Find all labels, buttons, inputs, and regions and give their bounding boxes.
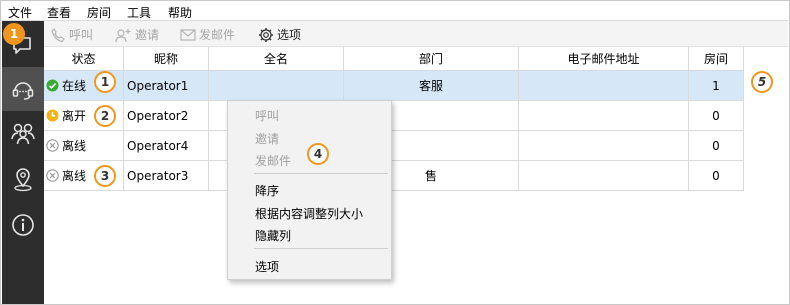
call-label: 呼叫 (69, 28, 94, 42)
offline-status-icon (46, 139, 59, 152)
room-cell: 1 (689, 71, 744, 101)
email-cell (519, 131, 689, 161)
context-menu-autosize-columns[interactable]: 根据内容调整列大小 (255, 205, 363, 222)
table-row[interactable]: 在线 Operator1 客服 1 (44, 71, 744, 101)
callout-badge-2: 2 (94, 105, 116, 127)
fullname-cell (209, 71, 344, 101)
sidebar-location-button[interactable] (2, 157, 44, 201)
sidebar-info-button[interactable] (2, 203, 44, 247)
status-text: 在线 (62, 78, 87, 93)
add-user-icon (115, 28, 131, 42)
column-header-department[interactable]: 部门 (344, 47, 519, 71)
status-text: 离线 (62, 168, 87, 183)
context-menu-invite[interactable]: 邀请 (255, 130, 279, 147)
callout-badge-1: 1 (94, 71, 116, 93)
nickname-cell: Operator4 (124, 131, 209, 161)
table-row[interactable]: 离线 Operator3 售 0 (44, 161, 744, 191)
invite-label: 邀请 (135, 28, 160, 42)
headset-icon (12, 82, 34, 100)
table-row[interactable]: 离线 Operator4 0 (44, 131, 744, 161)
room-cell: 0 (689, 161, 744, 191)
people-icon (11, 123, 35, 145)
status-text: 离线 (62, 138, 87, 153)
menu-help[interactable]: 帮助 (168, 4, 192, 21)
options-button[interactable]: 选项 (258, 26, 301, 43)
status-text: 离开 (62, 108, 87, 123)
menu-bar: 文件 查看 房间 工具 帮助 (2, 2, 788, 21)
operators-table: 状态 昵称 全名 部门 电子邮件地址 房间 在线 Operator1 客服 1 … (44, 47, 788, 304)
column-header-nickname-label: 昵称 (153, 52, 178, 66)
nickname-cell: Operator2 (124, 101, 209, 131)
envelope-icon (180, 28, 196, 41)
column-header-fullname-label: 全名 (263, 52, 288, 66)
sidebar (2, 21, 44, 304)
context-menu-separator (254, 248, 388, 249)
department-cell: 客服 (344, 71, 519, 101)
column-header-nickname[interactable]: 昵称 (124, 47, 209, 71)
gear-icon (259, 27, 273, 42)
app-window: 文件 查看 房间 工具 帮助 呼叫 邀请 发邮件 选项 状态 昵称 全名 部门 … (0, 0, 790, 305)
room-cell: 0 (689, 131, 744, 161)
menu-room[interactable]: 房间 (87, 4, 111, 21)
email-cell (519, 71, 689, 101)
callout-badge-4: 4 (307, 143, 329, 165)
column-header-email-label: 电子邮件地址 (567, 52, 640, 66)
context-menu-sort-descending[interactable]: 降序 (255, 182, 279, 199)
nickname-cell: Operator1 (124, 71, 209, 101)
column-header-department-label: 部门 (418, 52, 443, 66)
phone-icon (51, 27, 65, 42)
column-header-status-label: 状态 (71, 52, 96, 66)
column-header-fullname[interactable]: 全名 (209, 47, 344, 71)
callout-badge-5: 5 (751, 71, 773, 93)
call-button[interactable]: 呼叫 (50, 26, 93, 43)
location-pin-icon (14, 168, 32, 192)
context-menu-separator (254, 173, 388, 174)
sidebar-operators-button[interactable] (2, 67, 44, 111)
info-icon (12, 214, 34, 236)
callout-badge-3: 3 (94, 165, 116, 187)
online-status-icon (46, 79, 59, 92)
nickname-cell: Operator3 (124, 161, 209, 191)
callout-badge-1-sidebar: 1 (3, 23, 25, 45)
menu-view[interactable]: 查看 (47, 4, 71, 21)
room-cell: 0 (689, 101, 744, 131)
send-mail-label: 发邮件 (199, 28, 236, 42)
context-menu-send-mail[interactable]: 发邮件 (255, 152, 291, 169)
offline-status-icon (46, 169, 59, 182)
sidebar-visitors-button[interactable] (2, 111, 44, 155)
context-menu-hide-column[interactable]: 隐藏列 (255, 227, 291, 244)
table-row[interactable]: 离开 Operator2 0 (44, 101, 744, 131)
context-menu-options[interactable]: 选项 (255, 258, 279, 275)
away-clock-icon (46, 109, 59, 122)
status-cell: 离线 (44, 131, 124, 161)
menu-tools[interactable]: 工具 (127, 4, 151, 21)
context-menu-call[interactable]: 呼叫 (255, 107, 279, 124)
context-menu: 呼叫 邀请 发邮件 降序 根据内容调整列大小 隐藏列 选项 (227, 100, 392, 280)
column-header-room-label: 房间 (703, 52, 728, 66)
column-header-room[interactable]: 房间 (689, 47, 744, 71)
options-label: 选项 (277, 28, 302, 42)
column-header-email[interactable]: 电子邮件地址 (519, 47, 689, 71)
email-cell (519, 101, 689, 131)
toolbar: 呼叫 邀请 发邮件 选项 (44, 21, 788, 47)
email-cell (519, 161, 689, 191)
invite-button[interactable]: 邀请 (114, 26, 159, 43)
column-header-status[interactable]: 状态 (44, 47, 124, 71)
menu-file[interactable]: 文件 (8, 4, 32, 21)
send-mail-button[interactable]: 发邮件 (180, 26, 235, 43)
